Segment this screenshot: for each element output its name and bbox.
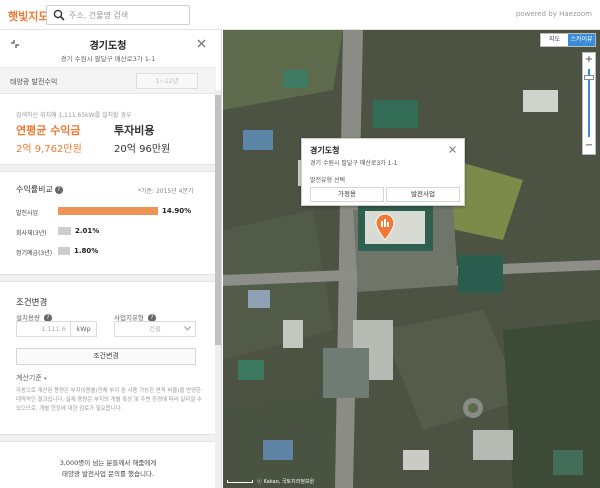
powered-by: powered by Haezoom [515,10,592,18]
period-select[interactable]: 1~12년 [136,73,198,89]
calc-basis-toggle[interactable]: 계산기준 ▾ [16,373,47,383]
zoom-in-button[interactable]: + [583,54,595,66]
info-icon[interactable]: ? [54,186,63,194]
top-bar: 햇빛지도 powered by Haezoom [0,0,600,30]
bar-power-business [58,207,158,215]
search-box[interactable] [46,5,190,25]
close-icon[interactable] [197,39,206,48]
comparison-title: 수익률비교? [16,184,63,195]
summary-note: 검색하신 위치에 1,111.65kW를 설치할 경우 [16,112,132,119]
location-pin-icon[interactable] [374,213,396,241]
power-business-button[interactable]: 발전사업 [386,187,460,202]
scrollbar-thumb[interactable] [215,95,221,345]
scale-bar [227,480,253,483]
info-panel: 경기도청 경기 수원시 팔달구 매산로3가 1-1 태양광 발전수익 1~12년… [0,30,222,488]
home-use-button[interactable]: 가정용 [310,187,384,202]
section-divider [0,164,216,172]
inquiry-cta: 3,000명이 넘는 분들께서 해줌에게 태양광 발전사업 문의를 했습니다. [0,458,216,480]
comparison-title-text: 수익률비교 [16,185,53,194]
popup-address: 경기 수원시 팔달구 매산로3가 1-1 [310,160,398,167]
bar-value: 1.80% [74,247,99,255]
chevron-down-icon [184,326,191,331]
bar-label: 정기예금(3년) [16,250,53,257]
map-type-map-button[interactable]: 지도 [541,34,568,46]
bar-value: 2.01% [75,227,100,235]
search-input[interactable] [69,8,185,22]
app-logo[interactable]: 햇빛지도 [8,8,48,24]
popup-title: 경기도청 [310,146,340,155]
map-type-toggle: 지도 스카이뷰 [540,33,596,47]
profit-type-row: 태양광 발전수익 1~12년 [0,68,216,94]
zoom-handle[interactable] [584,75,594,80]
calc-description: 자동으로 계산된 용량은 부지이용률(전체 부지 중 사용 가능한 면적 비율)… [16,388,202,412]
panel-title: 경기도청 [89,41,127,52]
location-popup: 경기도청 경기 수원시 팔달구 매산로3가 1-1 발전유형 선택 가정용 발전… [301,138,465,206]
profit-type-label: 태양광 발전수익 [10,78,58,86]
capacity-unit: kWp [71,321,97,337]
panel-address: 경기 수원시 팔달구 매산로3가 1-1 [60,55,156,63]
capacity-input[interactable]: 1,111.6 [16,321,71,337]
comparison-basis: *기준: 2015년 4분기 [138,188,194,195]
satellite-map[interactable]: 지도 스카이뷰 + − 경기도청 경기 수원시 팔달구 매산로3가 1-1 발전… [223,30,600,488]
biz-type-select[interactable]: 건물 [114,321,196,337]
investment-value: 20억 96만원 [114,144,171,155]
panel-header: 경기도청 경기 수원시 팔달구 매산로3가 1-1 [0,30,216,68]
satellite-imagery [223,30,600,488]
search-icon [53,9,65,21]
caret-down-icon: ▾ [44,376,47,382]
cta-line-1: 3,000명이 넘는 분들께서 해줌에게 [59,459,157,467]
bar-deposit [58,247,70,255]
bar-value: 14.90% [162,207,192,215]
biz-type-value: 건물 [149,325,161,333]
zoom-control: + − [582,52,596,155]
bar-corp-bond [58,227,71,235]
calc-basis-label: 계산기준 [16,374,42,382]
conditions-title: 조건변경 [16,298,48,308]
close-icon[interactable] [449,146,456,153]
bar-label: 회사채(3년) [16,230,47,237]
map-type-skyview-button[interactable]: 스카이뷰 [568,34,595,46]
popup-type-label: 발전유형 선택 [310,177,346,184]
apply-conditions-button[interactable]: 조건변경 [16,348,196,365]
avg-profit-value: 2억 9,762만원 [16,144,82,155]
investment-label: 투자비용 [114,124,155,137]
avg-profit-label: 연평균 수익금 [16,124,81,137]
map-copyright: ⓒ Kakao, 국토지리정보원 [257,479,315,485]
bar-label: 발전사업 [16,210,39,217]
section-divider [0,434,216,442]
cta-line-2: 태양광 발전사업 문의를 했습니다. [62,470,154,478]
section-divider [0,274,216,282]
zoom-out-button[interactable]: − [583,140,595,152]
